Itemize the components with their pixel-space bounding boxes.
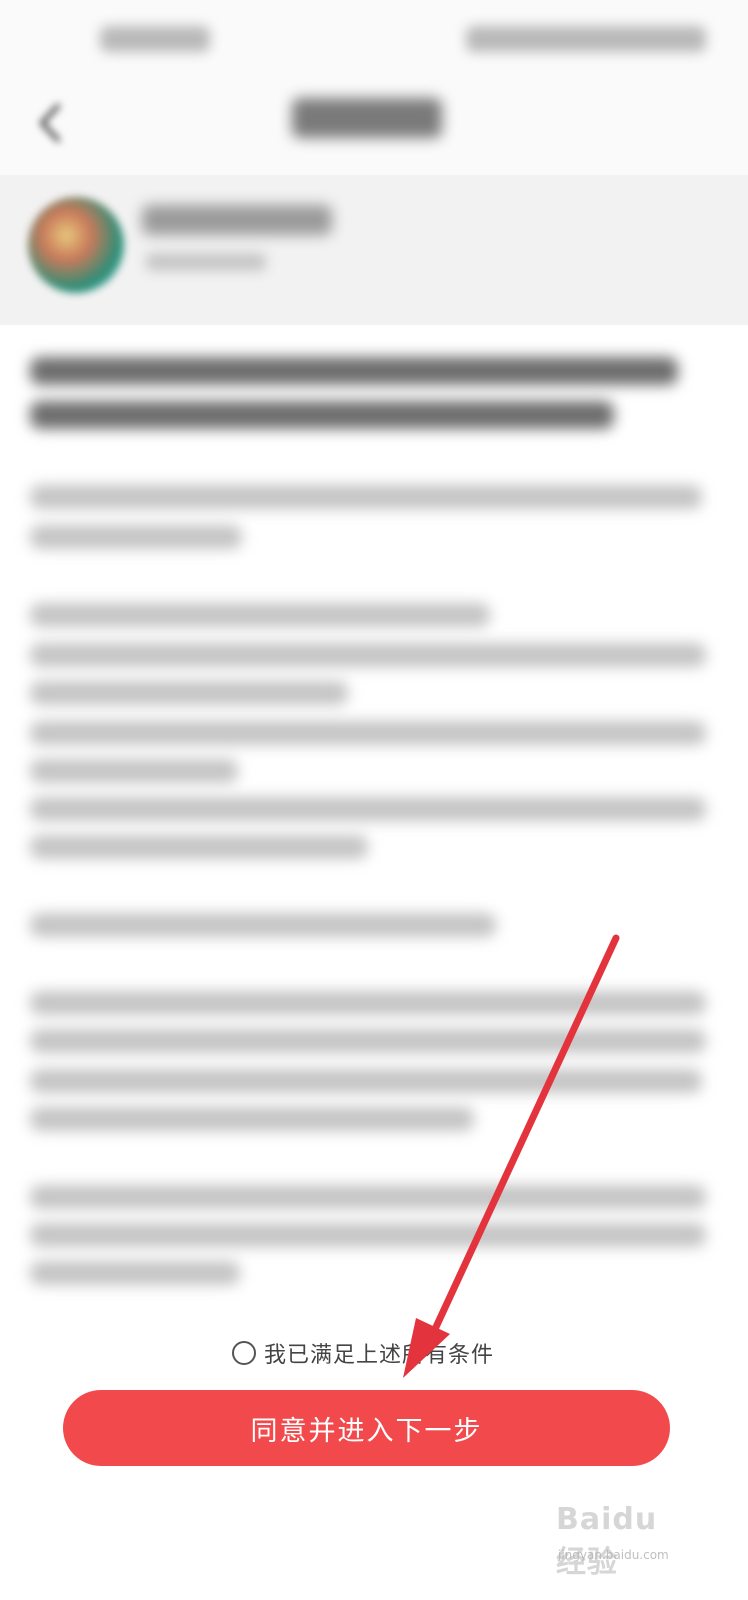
terms-text-line xyxy=(30,913,496,937)
watermark-url: jingyan.baidu.com xyxy=(558,1548,669,1562)
terms-text-line xyxy=(30,835,368,859)
terms-text-line xyxy=(30,991,706,1015)
terms-text-line xyxy=(30,681,348,705)
terms-text-line xyxy=(30,643,706,667)
terms-text-line xyxy=(30,797,706,821)
terms-content-blurred xyxy=(0,325,748,1325)
terms-text-line xyxy=(30,603,490,627)
nav-bar xyxy=(0,80,748,175)
avatar xyxy=(28,197,124,293)
agreement-checkbox-row[interactable]: 我已满足上述所有条件 xyxy=(232,1338,494,1368)
back-arrow-icon[interactable] xyxy=(26,98,76,148)
status-icons-blurred xyxy=(466,26,706,52)
baidu-watermark: Baidu 经验 jingyan.baidu.com xyxy=(556,1502,696,1580)
agree-next-button[interactable]: 同意并进入下一步 xyxy=(63,1390,670,1466)
terms-text-line xyxy=(30,1223,706,1247)
radio-circle-icon[interactable] xyxy=(232,1341,256,1365)
page-title-blurred xyxy=(292,98,442,138)
terms-text-line xyxy=(30,721,706,745)
status-bar xyxy=(0,0,748,80)
terms-text-line xyxy=(30,759,238,783)
profile-id-blurred xyxy=(146,253,266,271)
terms-text-line xyxy=(30,525,242,549)
terms-text-line xyxy=(30,1029,706,1053)
terms-text-line xyxy=(30,1261,240,1285)
agreement-checkbox-label[interactable]: 我已满足上述所有条件 xyxy=(264,1337,494,1369)
terms-text-line xyxy=(30,485,702,509)
terms-text-line xyxy=(30,1185,706,1209)
status-time-blurred xyxy=(100,26,210,52)
terms-text-line xyxy=(30,1107,474,1131)
profile-card xyxy=(0,175,748,325)
profile-name-blurred xyxy=(142,205,332,235)
watermark-logo: Baidu 经验 xyxy=(556,1502,658,1580)
terms-heading-line xyxy=(30,357,678,385)
terms-heading-line xyxy=(30,401,614,429)
terms-text-line xyxy=(30,1069,702,1093)
